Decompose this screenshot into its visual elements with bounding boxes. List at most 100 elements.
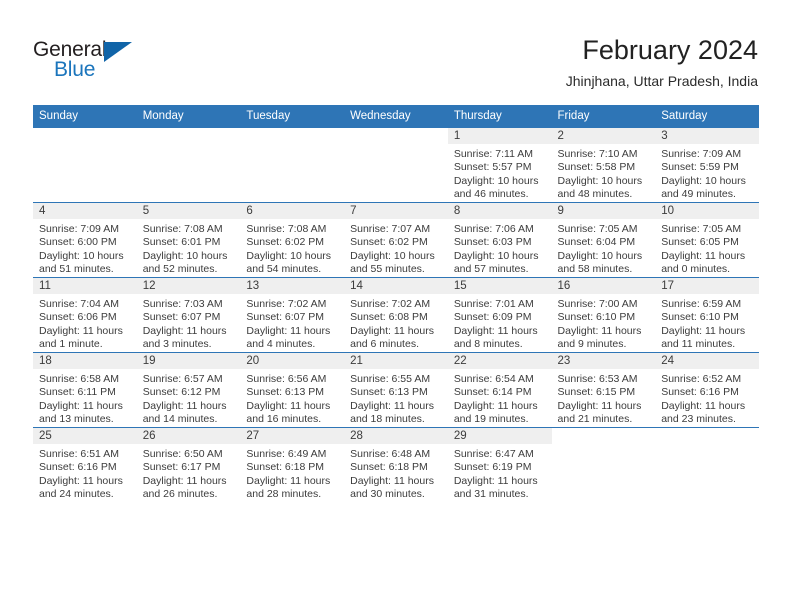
calendar-day-cell[interactable]: 1 Sunrise: 7:11 AM Sunset: 5:57 PM Daylight… — [447, 128, 552, 203]
calendar-day-cell[interactable]: 13 Sunrise: 7:02 AM Sunset: 6:07 PM Dayligh… — [240, 277, 345, 353]
sunrise-text: Sunrise: 7:11 AM — [453, 148, 533, 160]
calendar-day-cell[interactable]: 27 Sunrise: 6:49 AM Sunset: 6:18 PM Dayligh… — [240, 427, 345, 502]
daylight-text: and 51 minutes. — [39, 263, 114, 276]
day-cell-inner: 16 Sunrise: 7:00 AM Sunset: 6:10 PM Dayligh… — [551, 278, 656, 352]
day-detail-lines: Sunrise: 7:02 AM Sunset: 6:08 PM Daylight:… — [344, 294, 448, 352]
sunrise-text: Sunrise: 6:48 AM — [350, 448, 431, 460]
daylight-text: and 14 minutes. — [142, 413, 218, 426]
brand-logo[interactable]: General Blue — [33, 38, 163, 84]
sunset-text: Sunset: 6:13 PM — [350, 386, 428, 399]
calendar-day-cell[interactable]: 11 Sunrise: 7:04 AM Sunset: 6:06 PM Dayligh… — [33, 277, 137, 353]
day-number-band — [33, 128, 137, 144]
calendar-day-cell[interactable]: 24 Sunrise: 6:52 AM Sunset: 6:16 PM Dayligh… — [655, 352, 759, 428]
calendar-day-cell[interactable]: 29 Sunrise: 6:47 AM Sunset: 6:19 PM Dayligh… — [447, 427, 552, 502]
day-number: 10 — [661, 205, 675, 217]
sunrise-text: Sunrise: 6:54 AM — [453, 373, 534, 385]
calendar-day-cell[interactable]: 8 Sunrise: 7:06 AM Sunset: 6:03 PM Daylight… — [447, 202, 552, 278]
daylight-text: Daylight: 11 hours — [453, 474, 538, 487]
calendar-day-cell[interactable]: 19 Sunrise: 6:57 AM Sunset: 6:12 PM Dayligh… — [136, 352, 241, 428]
daylight-text: and 11 minutes. — [661, 338, 736, 351]
daylight-text: and 52 minutes. — [142, 263, 218, 276]
daylight-text: and 13 minutes. — [39, 413, 114, 426]
calendar-day-cell[interactable]: 18 Sunrise: 6:58 AM Sunset: 6:11 PM Dayligh… — [33, 352, 137, 428]
daylight-text: and 57 minutes. — [453, 263, 529, 276]
calendar-day-cell[interactable]: 4 Sunrise: 7:09 AM Sunset: 6:00 PM Daylight… — [33, 202, 137, 278]
calendar-day-cell[interactable]: 14 Sunrise: 7:02 AM Sunset: 6:08 PM Dayligh… — [344, 277, 448, 353]
calendar-day-cell[interactable]: 12 Sunrise: 7:03 AM Sunset: 6:07 PM Dayligh… — [136, 277, 241, 353]
calendar-empty-cell — [655, 427, 759, 502]
brand-name-blue: Blue — [54, 58, 96, 81]
day-number-band — [655, 128, 759, 144]
sunrise-text: Sunrise: 7:08 AM — [246, 223, 327, 235]
calendar-day-cell[interactable]: 5 Sunrise: 7:08 AM Sunset: 6:01 PM Daylight… — [136, 202, 241, 278]
day-number: 21 — [350, 355, 363, 367]
calendar-empty-cell — [551, 427, 656, 502]
calendar-day-cell[interactable]: 10 Sunrise: 7:05 AM Sunset: 6:05 PM Dayligh… — [655, 202, 759, 278]
day-detail-lines: Sunrise: 7:02 AM Sunset: 6:07 PM Daylight:… — [240, 294, 344, 352]
calendar-day-cell[interactable]: 26 Sunrise: 6:50 AM Sunset: 6:17 PM Dayligh… — [136, 427, 241, 502]
day-number: 23 — [557, 355, 571, 367]
day-number: 25 — [39, 430, 52, 442]
calendar-empty-cell — [136, 128, 241, 203]
day-detail-lines: Sunrise: 6:59 AM Sunset: 6:10 PM Daylight:… — [655, 294, 759, 352]
day-cell-inner: 8 Sunrise: 7:06 AM Sunset: 6:03 PM Daylight… — [447, 203, 552, 277]
day-cell-inner: 15 Sunrise: 7:01 AM Sunset: 6:09 PM Dayligh… — [447, 278, 552, 352]
daylight-text: and 49 minutes. — [661, 188, 736, 201]
daylight-text: Daylight: 11 hours — [39, 399, 123, 412]
sunrise-text: Sunrise: 7:05 AM — [661, 223, 742, 235]
sunrise-text: Sunrise: 7:00 AM — [557, 298, 638, 310]
calendar-day-cell[interactable]: 28 Sunrise: 6:48 AM Sunset: 6:18 PM Dayligh… — [344, 427, 448, 502]
day-detail-lines: Sunrise: 6:58 AM Sunset: 6:11 PM Daylight:… — [33, 369, 137, 427]
daylight-text: Daylight: 11 hours — [350, 399, 434, 412]
day-detail-lines: Sunrise: 7:09 AM Sunset: 5:59 PM Daylight:… — [655, 144, 759, 202]
daylight-text: and 26 minutes. — [142, 488, 218, 501]
daylight-text: Daylight: 10 hours — [453, 174, 539, 187]
daylight-text: and 19 minutes. — [453, 413, 529, 426]
calendar-day-cell[interactable]: 2 Sunrise: 7:10 AM Sunset: 5:58 PM Daylight… — [551, 128, 656, 203]
day-cell-inner: 28 Sunrise: 6:48 AM Sunset: 6:18 PM Dayligh… — [344, 428, 448, 502]
calendar-day-cell[interactable]: 16 Sunrise: 7:00 AM Sunset: 6:10 PM Dayligh… — [551, 277, 656, 353]
day-number: 2 — [557, 130, 564, 142]
daylight-text: and 21 minutes. — [557, 413, 633, 426]
location-subtitle: Jhinjhana, Uttar Pradesh, India — [565, 73, 758, 89]
daylight-text: Daylight: 10 hours — [350, 249, 435, 262]
calendar-day-cell[interactable]: 9 Sunrise: 7:05 AM Sunset: 6:04 PM Daylight… — [551, 202, 656, 278]
day-cell-inner: 6 Sunrise: 7:08 AM Sunset: 6:02 PM Daylight… — [240, 203, 345, 277]
sunset-text: Sunset: 6:10 PM — [661, 311, 739, 324]
weekday-header-wednesday: Wednesday — [344, 105, 448, 128]
calendar-day-cell[interactable]: 23 Sunrise: 6:53 AM Sunset: 6:15 PM Dayligh… — [551, 352, 656, 428]
calendar-day-cell[interactable]: 7 Sunrise: 7:07 AM Sunset: 6:02 PM Daylight… — [344, 202, 448, 278]
calendar-day-cell[interactable]: 25 Sunrise: 6:51 AM Sunset: 6:16 PM Dayligh… — [33, 427, 137, 502]
weekday-header-tuesday: Tuesday — [240, 105, 345, 128]
day-number-band — [551, 128, 656, 144]
sunset-text: Sunset: 6:02 PM — [350, 236, 428, 249]
daylight-text: and 1 minute. — [39, 338, 103, 351]
sunrise-text: Sunrise: 6:58 AM — [39, 373, 119, 385]
day-detail-lines: Sunrise: 7:05 AM Sunset: 6:04 PM Daylight:… — [552, 219, 656, 277]
day-cell-inner: 17 Sunrise: 6:59 AM Sunset: 6:10 PM Dayligh… — [655, 278, 759, 352]
day-number: 27 — [246, 430, 260, 442]
calendar-day-cell[interactable]: 22 Sunrise: 6:54 AM Sunset: 6:14 PM Dayligh… — [447, 352, 552, 428]
day-detail-lines: Sunrise: 7:08 AM Sunset: 6:02 PM Daylight:… — [240, 219, 344, 277]
calendar-day-cell[interactable]: 17 Sunrise: 6:59 AM Sunset: 6:10 PM Dayligh… — [655, 277, 759, 353]
day-number: 7 — [350, 205, 357, 217]
daylight-text: Daylight: 11 hours — [557, 324, 642, 337]
daylight-text: and 54 minutes. — [246, 263, 322, 276]
sunset-text: Sunset: 6:00 PM — [39, 236, 117, 249]
calendar-day-cell[interactable]: 3 Sunrise: 7:09 AM Sunset: 5:59 PM Daylight… — [655, 128, 759, 203]
day-cell-inner: 27 Sunrise: 6:49 AM Sunset: 6:18 PM Dayligh… — [240, 428, 345, 502]
sunrise-text: Sunrise: 7:10 AM — [557, 148, 638, 160]
day-detail-lines: Sunrise: 7:01 AM Sunset: 6:09 PM Daylight:… — [448, 294, 552, 352]
day-number: 22 — [453, 355, 467, 367]
page-title: February 2024 — [582, 35, 758, 65]
day-detail-lines: Sunrise: 7:04 AM Sunset: 6:06 PM Daylight:… — [33, 294, 137, 352]
daylight-text: Daylight: 11 hours — [453, 324, 538, 337]
day-cell-inner: 22 Sunrise: 6:54 AM Sunset: 6:14 PM Dayligh… — [447, 353, 552, 427]
calendar-day-cell[interactable]: 15 Sunrise: 7:01 AM Sunset: 6:09 PM Dayligh… — [447, 277, 552, 353]
sunset-text: Sunset: 6:14 PM — [453, 386, 532, 399]
day-number: 4 — [39, 205, 46, 217]
calendar-day-cell[interactable]: 6 Sunrise: 7:08 AM Sunset: 6:02 PM Daylight… — [240, 202, 345, 278]
daylight-text: and 31 minutes. — [453, 488, 529, 501]
calendar-day-cell[interactable]: 20 Sunrise: 6:56 AM Sunset: 6:13 PM Dayligh… — [240, 352, 345, 428]
calendar-day-cell[interactable]: 21 Sunrise: 6:55 AM Sunset: 6:13 PM Dayligh… — [344, 352, 448, 428]
